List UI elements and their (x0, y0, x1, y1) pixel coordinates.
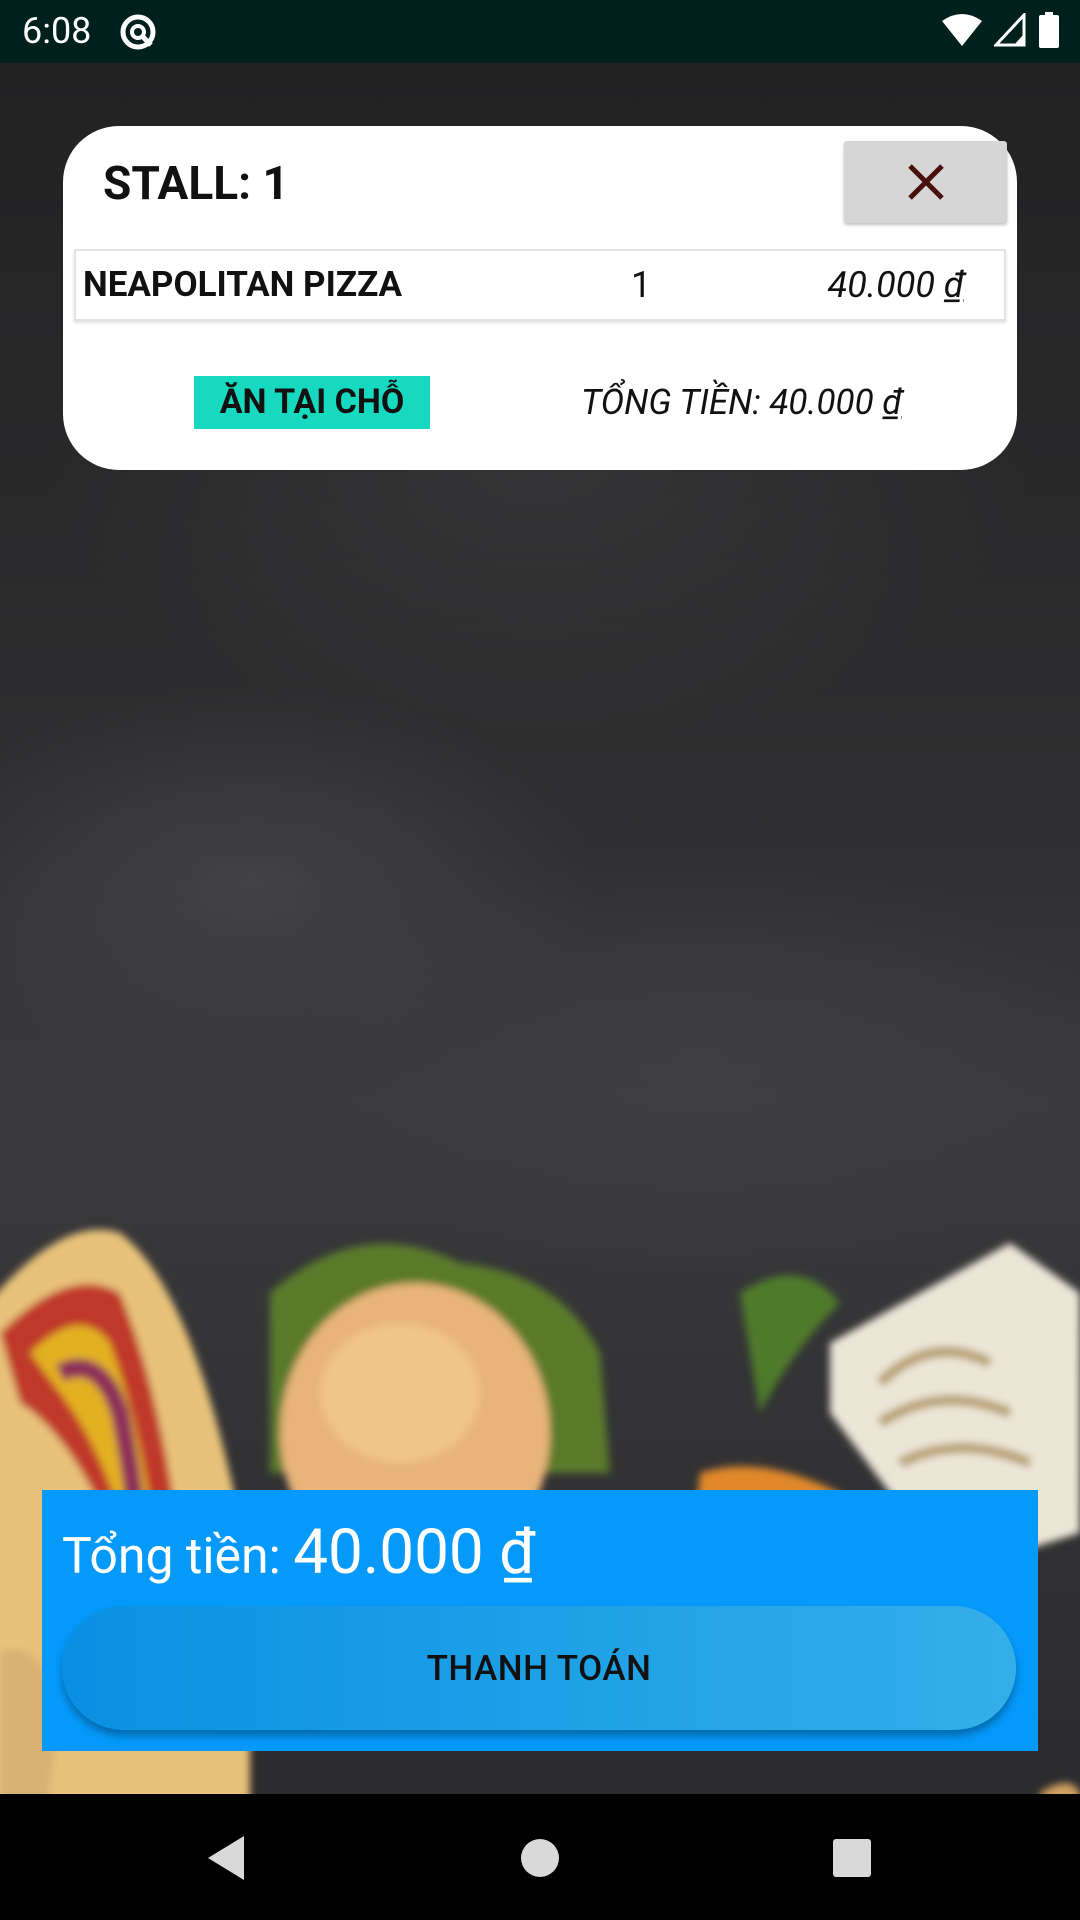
navigation-bar (0, 1794, 1080, 1920)
item-quantity: 1 (631, 264, 652, 306)
checkout-panel: Tổng tiền: 40.000 ₫ THANH TOÁN (42, 1490, 1038, 1751)
screen: 6:08 STALL: 1 NEAPOLITAN PIZZA 1 40.000 … (0, 0, 1080, 1920)
item-price-value: 40.000 (827, 264, 935, 306)
currency-symbol: ₫ (882, 382, 902, 423)
stall-order-card: STALL: 1 NEAPOLITAN PIZZA 1 40.000 ₫ ĂN … (63, 126, 1017, 470)
back-button[interactable] (198, 1830, 254, 1886)
checkout-total-amount: 40.000 (293, 1516, 484, 1589)
status-time: 6:08 (22, 10, 92, 52)
status-bar: 6:08 (0, 0, 1080, 63)
order-item-row[interactable]: NEAPOLITAN PIZZA 1 40.000 ₫ (74, 249, 1006, 321)
currency-symbol: ₫ (499, 1516, 536, 1589)
home-icon (521, 1839, 559, 1877)
recents-button[interactable] (824, 1830, 880, 1886)
stall-total-text: TỔNG TIỀN: 40.000 (581, 382, 874, 423)
home-button[interactable] (512, 1830, 568, 1886)
item-name: NEAPOLITAN PIZZA (83, 264, 403, 305)
pay-button[interactable]: THANH TOÁN (62, 1606, 1016, 1730)
status-icons (942, 11, 1060, 52)
cellular-signal-icon (992, 11, 1026, 51)
dine-in-badge: ĂN TẠI CHỖ (194, 376, 430, 429)
close-button[interactable] (844, 141, 1007, 223)
at-sign-notification-icon (118, 12, 158, 52)
checkout-total-label: Tổng tiền: (62, 1528, 294, 1586)
checkout-total: Tổng tiền: 40.000 ₫ (62, 1518, 535, 1603)
stall-title: STALL: 1 (103, 157, 289, 211)
currency-symbol: ₫ (943, 264, 964, 306)
battery-icon (1038, 12, 1060, 52)
close-icon (907, 164, 944, 200)
recents-icon (833, 1839, 871, 1877)
checkout-total-value: 40.000 ₫ (293, 1516, 535, 1589)
stall-total: TỔNG TIỀN: 40.000 ₫ (581, 376, 902, 429)
item-price: 40.000 ₫ (828, 262, 964, 308)
wifi-icon (942, 13, 982, 51)
back-icon (208, 1836, 244, 1880)
